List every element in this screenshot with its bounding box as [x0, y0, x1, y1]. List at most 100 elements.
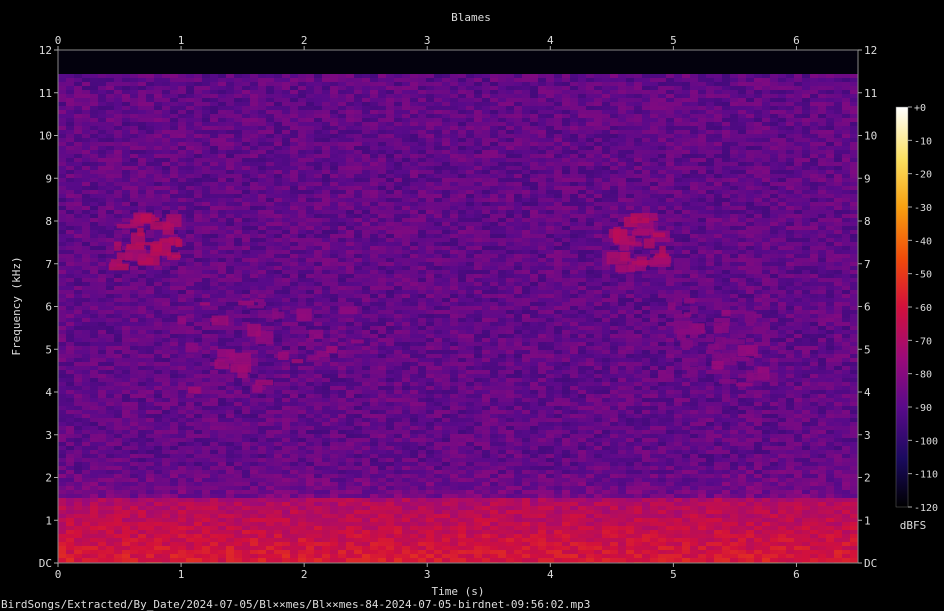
spectrogram-cell	[434, 210, 443, 215]
spectrogram-cell	[242, 154, 251, 159]
spectrogram-cell	[810, 238, 819, 243]
spectrogram-cell	[186, 174, 195, 179]
spectrogram-cell	[170, 114, 179, 119]
spectrogram-cell	[226, 78, 235, 83]
spectrogram-cell	[242, 194, 251, 199]
spectrogram-cell	[98, 114, 107, 119]
spectrogram-cell	[786, 122, 795, 127]
spectrogram-cell	[250, 210, 259, 215]
spectrogram-cell	[586, 194, 595, 199]
spectrogram-cell	[482, 214, 491, 219]
spectrogram-cell	[330, 50, 339, 55]
spectrogram-cell	[618, 70, 627, 75]
spectrogram-cell	[594, 146, 603, 151]
spectrogram-cell	[658, 190, 667, 195]
spectrogram-cell	[330, 146, 339, 151]
spectrogram-cell	[98, 170, 107, 175]
spectrogram-cell	[162, 110, 171, 115]
spectrogram-cell	[322, 182, 331, 187]
spectrogram-cell	[522, 158, 531, 163]
spectrogram-cell	[522, 94, 531, 99]
spectrogram-cell	[314, 246, 323, 251]
spectrogram-cell	[194, 90, 203, 95]
spectrogram-cell	[178, 166, 187, 171]
spectrogram-cell	[202, 170, 211, 175]
spectrogram-cell	[834, 182, 843, 187]
spectrogram-cell	[594, 238, 603, 243]
spectrogram-cell	[530, 242, 539, 247]
spectrogram-cell	[714, 206, 723, 211]
spectrogram-cell	[170, 190, 179, 195]
spectrogram-cell	[706, 218, 715, 223]
spectrogram-cell	[386, 190, 395, 195]
spectrogram-cell	[466, 102, 475, 107]
spectrogram-cell	[202, 122, 211, 127]
spectrogram-cell	[810, 150, 819, 155]
spectrogram-cell	[658, 198, 667, 203]
spectrogram-cell	[586, 50, 595, 55]
spectrogram-cell	[314, 146, 323, 151]
spectrogram-cell	[722, 74, 731, 79]
spectrogram-cell	[402, 238, 411, 243]
spectrogram-cell	[178, 78, 187, 83]
spectrogram-cell	[74, 230, 83, 235]
spectrogram-cell	[586, 246, 595, 251]
spectrogram-cell	[618, 198, 627, 203]
spectrogram-cell	[538, 154, 547, 159]
spectrogram-cell	[698, 54, 707, 59]
spectrogram-cell	[634, 142, 643, 147]
spectrogram-cell	[578, 206, 587, 211]
spectrogram-cell	[722, 78, 731, 83]
spectrogram-cell	[226, 102, 235, 107]
spectrogram-cell	[258, 214, 267, 219]
spectrogram-cell	[498, 82, 507, 87]
spectrogram-cell	[402, 158, 411, 163]
spectrogram-cell	[730, 174, 739, 179]
spectrogram-cell	[562, 154, 571, 159]
spectrogram-cell	[706, 138, 715, 143]
spectrogram-cell	[826, 126, 835, 131]
spectrogram-cell	[682, 194, 691, 199]
spectrogram-cell	[530, 130, 539, 135]
spectrogram-cell	[474, 130, 483, 135]
spectrogram-cell	[698, 146, 707, 151]
spectrogram-cell	[298, 210, 307, 215]
spectrogram-cell	[130, 62, 139, 67]
spectrogram-cell	[202, 222, 211, 227]
spectrogram-cell	[594, 222, 603, 227]
spectrogram-cell	[850, 214, 858, 219]
spectrogram-cell	[450, 246, 459, 251]
spectrogram-cell	[530, 182, 539, 187]
spectrogram-cell	[378, 174, 387, 179]
spectrogram-cell	[562, 210, 571, 215]
spectrogram-cell	[586, 118, 595, 123]
spectrogram-cell	[330, 218, 339, 223]
spectrogram-cell	[682, 102, 691, 107]
spectrogram-cell	[706, 122, 715, 127]
spectrogram-cell	[354, 142, 363, 147]
spectrogram-cell	[242, 218, 251, 223]
spectrogram-cell	[538, 50, 547, 55]
spectrogram-cell	[450, 194, 459, 199]
spectrogram-cell	[514, 190, 523, 195]
spectrogram-cell	[842, 90, 851, 95]
spectrogram-cell	[58, 226, 67, 231]
spectrogram-cell	[378, 138, 387, 143]
spectrogram-cell	[98, 214, 107, 219]
spectrogram-cell	[186, 78, 195, 83]
spectrogram-cell	[210, 194, 219, 199]
spectrogram-cell	[730, 62, 739, 67]
spectrogram-cell	[202, 190, 211, 195]
spectrogram-cell	[362, 226, 371, 231]
spectrogram-cell	[786, 190, 795, 195]
spectrogram-cell	[466, 54, 475, 59]
spectrogram-cell	[562, 146, 571, 151]
spectrogram-cell	[690, 150, 699, 155]
spectrogram-cell	[434, 158, 443, 163]
spectrogram-cell	[618, 186, 627, 191]
spectrogram-cell	[746, 226, 755, 231]
spectrogram-cell	[362, 126, 371, 131]
spectrogram-cell	[458, 102, 467, 107]
spectrogram-cell	[594, 118, 603, 123]
spectrogram-cell	[194, 174, 203, 179]
